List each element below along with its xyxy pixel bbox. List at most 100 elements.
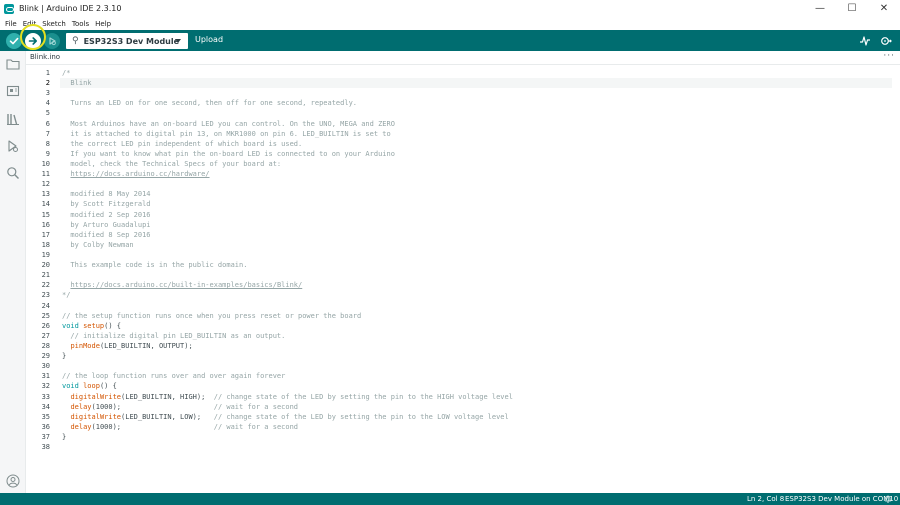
code-token: (LED_BUILTIN, LOW);	[121, 412, 214, 421]
code-area[interactable]: /* Blink Turns an LED on for one second,…	[60, 68, 892, 452]
code-line[interactable]	[62, 361, 892, 371]
line-number: 31	[41, 372, 50, 381]
code-line[interactable]: by Colby Newman	[62, 240, 892, 250]
folder-icon	[6, 59, 20, 70]
code-line[interactable]: pinMode(LED_BUILTIN, OUTPUT);	[62, 341, 892, 351]
code-line[interactable]: If you want to know what pin the on-boar…	[62, 149, 892, 159]
code-token: // change state of the LED by setting th…	[213, 392, 513, 401]
menu-sketch[interactable]: Sketch	[41, 20, 67, 28]
code-line[interactable]	[62, 442, 892, 452]
boards-manager-button[interactable]	[6, 84, 20, 98]
line-number: 4	[45, 99, 50, 108]
code-line[interactable]: // the loop function runs over and over …	[62, 371, 892, 381]
code-line[interactable]: Blink	[60, 78, 892, 89]
more-options-icon[interactable]: ···	[883, 51, 895, 61]
line-number: 14	[41, 200, 50, 209]
code-line[interactable]: https://docs.arduino.cc/hardware/	[62, 169, 892, 179]
sketchbook-button[interactable]	[6, 57, 20, 71]
debug-panel-icon	[8, 140, 18, 152]
menu-tools[interactable]: Tools	[71, 20, 90, 28]
code-line[interactable]: This example code is in the public domai…	[62, 260, 892, 270]
code-line[interactable]: }	[62, 432, 892, 442]
code-line[interactable]: // the setup function runs once when you…	[62, 311, 892, 321]
code-token: by Colby Newman	[62, 240, 134, 249]
chevron-down-icon	[175, 39, 181, 43]
board-port-status[interactable]: ESP32S3 Dev Module on COM10	[785, 495, 898, 503]
maximize-button[interactable]: ☐	[836, 0, 868, 17]
code-line[interactable]: void setup() {	[62, 321, 892, 331]
code-token: delay	[70, 402, 92, 411]
line-number: 34	[41, 402, 50, 411]
serial-monitor-icon	[881, 37, 892, 45]
code-token: modified 2 Sep 2016	[62, 210, 151, 219]
code-line[interactable]: // initialize digital pin LED_BUILTIN as…	[62, 331, 892, 341]
line-number: 10	[41, 159, 50, 168]
code-token: void	[62, 321, 79, 330]
code-line[interactable]: it is attached to digital pin 13, on MKR…	[62, 129, 892, 139]
menu-help[interactable]: Help	[94, 20, 112, 28]
code-line[interactable]: by Scott Fitzgerald	[62, 199, 892, 209]
line-number: 15	[41, 210, 50, 219]
code-line[interactable]: digitalWrite(LED_BUILTIN, LOW); // chang…	[62, 412, 892, 422]
code-token: // change state of the LED by setting th…	[213, 412, 509, 421]
code-line[interactable]: /*	[62, 68, 892, 78]
close-button[interactable]: ✕	[868, 0, 900, 17]
line-number: 25	[41, 311, 50, 320]
code-link[interactable]: https://docs.arduino.cc/built-in-example…	[70, 281, 302, 289]
serial-plotter-button[interactable]	[858, 34, 872, 48]
line-number: 11	[41, 170, 50, 179]
code-line[interactable]: model, check the Technical Specs of your…	[62, 159, 892, 169]
line-number: 6	[45, 119, 50, 128]
account-button[interactable]	[6, 474, 20, 488]
code-line[interactable]: Turns an LED on for one second, then off…	[62, 98, 892, 108]
code-link[interactable]: https://docs.arduino.cc/hardware/	[70, 170, 209, 178]
code-line[interactable]: Most Arduinos have an on-board LED you c…	[62, 119, 892, 129]
line-number: 9	[45, 149, 50, 158]
arduino-logo-icon	[4, 3, 14, 14]
code-token: by Scott Fitzgerald	[62, 200, 151, 209]
code-line[interactable]: modified 8 May 2014	[62, 189, 892, 199]
code-editor[interactable]: 1 2 3 4 5 6 7 8 9 10 11 12 13 14 15 16 17 18 19 20 21 22 23 24 2…	[26, 65, 900, 493]
library-icon	[7, 114, 19, 125]
board-selector[interactable]: ⚲ ESP32S3 Dev Module	[66, 33, 188, 49]
tab-blink-ino[interactable]: Blink.ino	[30, 53, 60, 61]
serial-plotter-icon	[860, 36, 870, 46]
search-button[interactable]	[6, 166, 20, 180]
line-number: 26	[41, 321, 50, 330]
code-line[interactable]	[62, 88, 892, 98]
menu-file[interactable]: File	[4, 20, 18, 28]
code-line[interactable]	[62, 301, 892, 311]
serial-monitor-button[interactable]	[879, 34, 893, 48]
code-line[interactable]: */	[62, 290, 892, 300]
library-manager-button[interactable]	[6, 112, 20, 126]
code-token: modified 8 May 2014	[62, 190, 151, 199]
code-line[interactable]: void loop() {	[62, 381, 892, 391]
code-line[interactable]: delay(1000); // wait for a second	[62, 402, 892, 412]
bell-icon[interactable]	[884, 495, 892, 503]
code-line[interactable]	[62, 270, 892, 280]
code-line[interactable]: modified 8 Sep 2016	[62, 230, 892, 240]
line-number: 24	[41, 301, 50, 310]
code-line[interactable]: by Arturo Guadalupi	[62, 220, 892, 230]
cursor-position[interactable]: Ln 2, Col 8	[747, 495, 784, 503]
code-line[interactable]: the correct LED pin independent of which…	[62, 139, 892, 149]
minimize-button[interactable]: —	[804, 0, 836, 17]
code-line[interactable]: modified 2 Sep 2016	[62, 210, 892, 220]
debug-button[interactable]	[44, 33, 60, 49]
code-line[interactable]	[62, 108, 892, 118]
code-line[interactable]	[62, 250, 892, 260]
code-line[interactable]: https://docs.arduino.cc/built-in-example…	[62, 280, 892, 290]
code-token: digitalWrite	[70, 392, 122, 401]
code-token: modified 8 Sep 2016	[62, 230, 151, 239]
line-number: 12	[41, 180, 50, 189]
code-line[interactable]	[62, 179, 892, 189]
code-token: () {	[99, 382, 117, 391]
code-line[interactable]: }	[62, 351, 892, 361]
search-icon	[7, 167, 19, 179]
code-line[interactable]: digitalWrite(LED_BUILTIN, HIGH); // chan…	[62, 392, 892, 402]
code-token: the correct LED pin independent of which…	[62, 139, 303, 148]
code-token: // initialize digital pin LED_BUILTIN as…	[62, 331, 286, 340]
debug-panel-button[interactable]	[6, 139, 20, 153]
code-line[interactable]: delay(1000); // wait for a second	[62, 422, 892, 432]
editor-tab-strip: Blink.ino ···	[26, 51, 900, 65]
